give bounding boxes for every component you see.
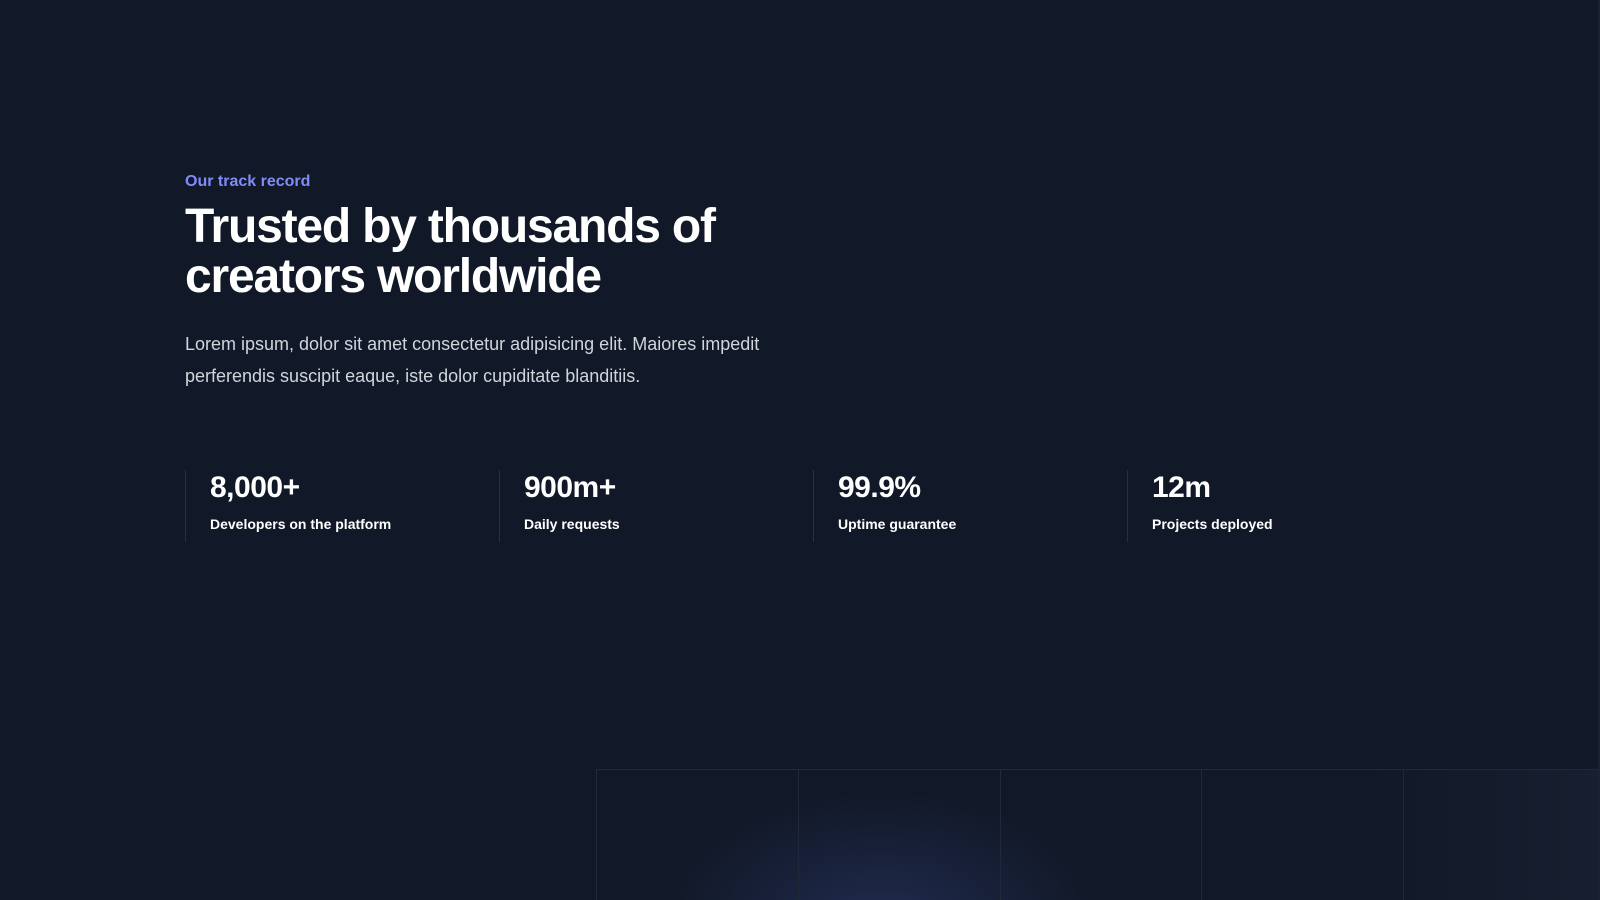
- grid-line: [596, 770, 597, 900]
- grid-glow: [1360, 770, 1600, 900]
- section-eyebrow: Our track record: [185, 173, 311, 190]
- grid-line: [1000, 770, 1001, 900]
- stat-item: 99.9% Uptime guarantee: [813, 470, 1103, 542]
- decorative-grid: [596, 769, 1600, 900]
- stats-list: 8,000+ Developers on the platform 900m+ …: [185, 470, 1445, 542]
- stat-item: 900m+ Daily requests: [499, 470, 789, 542]
- grid-line: [798, 770, 799, 900]
- stat-label: Uptime guarantee: [838, 516, 957, 532]
- stat-value: 900m+: [524, 471, 616, 504]
- section-headline: Trusted by thousands of creators worldwi…: [185, 200, 716, 303]
- stat-label: Developers on the platform: [210, 516, 392, 532]
- page: Our track record Trusted by thousands of…: [0, 0, 1600, 900]
- stat-value: 12m: [1152, 471, 1211, 504]
- grid-line: [1201, 770, 1202, 900]
- stat-label: Projects deployed: [1152, 516, 1273, 532]
- stat-value: 8,000+: [210, 471, 300, 504]
- stat-item: 12m Projects deployed: [1127, 470, 1417, 542]
- stats-section: Our track record Trusted by thousands of…: [185, 170, 1445, 542]
- stat-value: 99.9%: [838, 471, 921, 504]
- section-lead: Lorem ipsum, dolor sit amet consectetur …: [185, 334, 760, 386]
- stat-label: Daily requests: [524, 516, 620, 532]
- stat-item: 8,000+ Developers on the platform: [185, 470, 475, 542]
